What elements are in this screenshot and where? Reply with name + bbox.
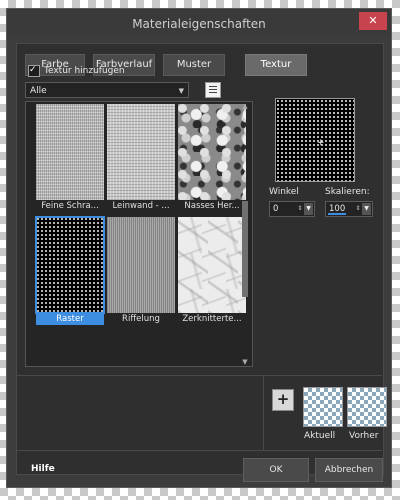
texture-tile[interactable]: Nasses Her... <box>178 104 246 211</box>
current-label: Aktuell <box>304 431 336 441</box>
category-dropdown[interactable]: Alle ▼ <box>25 82 189 98</box>
texture-preview: + <box>275 98 355 182</box>
tab-textur[interactable]: Textur <box>245 54 307 76</box>
texture-thumbnail <box>36 104 104 200</box>
ok-button[interactable]: OK <box>243 458 309 482</box>
texture-thumbnail <box>107 217 175 313</box>
up-down-icon[interactable]: ⇕ <box>296 202 304 216</box>
texture-tile-selected[interactable]: Raster <box>35 216 105 325</box>
scroll-down-icon[interactable]: ▼ <box>239 357 251 367</box>
texture-label: Raster <box>36 313 104 325</box>
crosshair-icon: + <box>317 138 325 148</box>
texture-tile[interactable]: Riffelung <box>107 217 175 324</box>
angle-spinbox[interactable]: 0 ⇕ ▼ <box>269 201 315 217</box>
angle-value: 0 <box>273 204 279 214</box>
close-button[interactable]: ✕ <box>359 12 387 30</box>
cancel-button[interactable]: Abbrechen <box>315 458 383 482</box>
chevron-down-icon[interactable]: ▼ <box>304 203 313 215</box>
tab-muster[interactable]: Muster <box>163 54 225 76</box>
texture-scrollbar[interactable]: ▲ ▼ <box>239 101 251 367</box>
texture-tile[interactable]: Leinwand - ... <box>107 104 175 211</box>
checkmark-icon: ✓ <box>29 65 37 75</box>
chevron-down-icon: ▼ <box>178 87 184 95</box>
help-link[interactable]: Hilfe <box>31 464 55 474</box>
previous-label: Vorher <box>349 431 379 441</box>
chevron-down-icon[interactable]: ▼ <box>362 203 371 215</box>
divider <box>263 375 264 450</box>
add-texture-row[interactable]: ✓ Textur hinzufügen <box>28 64 125 78</box>
scroll-up-icon[interactable]: ▲ <box>239 101 251 111</box>
scale-label: Skalieren: <box>325 187 370 197</box>
previous-swatch[interactable] <box>347 387 387 427</box>
texture-thumbnail <box>35 216 105 314</box>
material-properties-dialog: Materialeigenschaften ✕ Farbe Farbverlau… <box>6 8 392 488</box>
texture-label: Riffelung <box>122 314 160 324</box>
library-icon[interactable] <box>205 82 221 98</box>
texture-thumbnail <box>178 217 246 313</box>
title-bar[interactable]: Materialeigenschaften ✕ <box>7 9 391 37</box>
up-down-icon[interactable]: ⇕ <box>354 202 362 216</box>
window-title: Materialeigenschaften <box>132 17 266 31</box>
scale-slider-indicator <box>328 213 346 215</box>
texture-label: Feine Schra... <box>41 201 99 211</box>
add-to-swatch-button[interactable]: + <box>272 389 294 411</box>
current-swatch[interactable] <box>303 387 343 427</box>
texture-tile[interactable]: Feine Schra... <box>36 104 104 211</box>
texture-thumbnail <box>107 104 175 200</box>
add-texture-checkbox[interactable]: ✓ <box>28 65 40 77</box>
scrollbar-thumb[interactable] <box>242 201 248 297</box>
texture-label: Nasses Her... <box>184 201 240 211</box>
category-value: Alle <box>30 86 47 96</box>
texture-thumbnail <box>178 104 246 200</box>
add-texture-label: Textur hinzufügen <box>44 66 125 76</box>
texture-grid: Feine Schra... Leinwand - ... Nasses Her… <box>25 101 253 367</box>
texture-label: Leinwand - ... <box>112 201 170 211</box>
angle-label: Winkel <box>269 187 299 197</box>
texture-tile[interactable]: Zerknitterte... <box>178 217 246 324</box>
texture-label: Zerknitterte... <box>182 314 242 324</box>
scale-spinbox[interactable]: 100 ⇕ ▼ <box>325 201 373 217</box>
divider <box>16 375 382 376</box>
divider <box>16 450 382 451</box>
